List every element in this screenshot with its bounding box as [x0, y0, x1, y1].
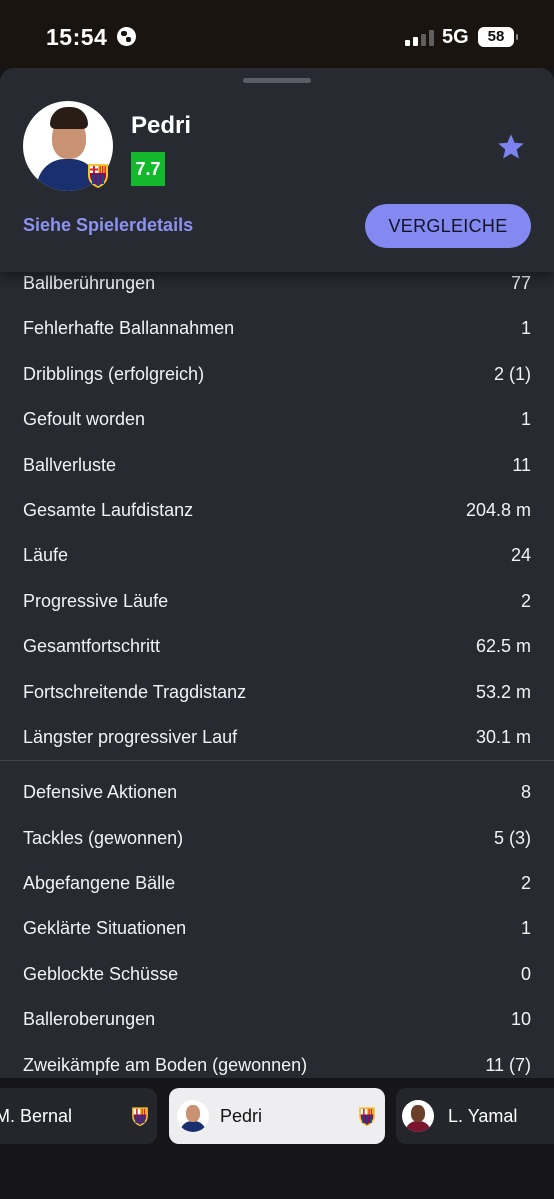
stat-label: Fehlerhafte Ballannahmen	[23, 318, 235, 339]
stat-row: Geblockte Schüsse 0	[0, 952, 554, 997]
stat-value: 30.1 m	[475, 726, 531, 747]
stat-label: Dribblings (erfolgreich)	[23, 363, 205, 384]
stat-row: Progressive Läufe 2	[0, 579, 554, 624]
battery-level: 58	[487, 28, 505, 45]
fc-barcelona-crest-icon	[359, 1107, 375, 1127]
cellular-signal-icon	[405, 30, 435, 46]
stat-row: Balleroberungen 10	[0, 997, 554, 1042]
stat-value: 2 (1)	[493, 363, 531, 384]
stat-value: 5 (3)	[493, 827, 531, 848]
player-pill-name: Pedri	[220, 1106, 263, 1126]
stat-value: 77	[510, 273, 531, 293]
player-pill-name: L. Yamal	[448, 1106, 518, 1126]
stat-row: Defensive Aktionen 8	[0, 770, 554, 815]
stat-label: Tackles (gewonnen)	[23, 827, 184, 848]
stat-value: 11	[512, 454, 531, 475]
stat-row: Längster progressiver Lauf 30.1 m	[0, 715, 554, 760]
player-pill-name: M. Bernal	[0, 1106, 73, 1126]
stat-value: 0	[520, 963, 531, 984]
stat-value: 1	[520, 918, 531, 939]
stat-row: Fehlerhafte Ballannahmen 1	[0, 306, 554, 351]
stat-label: Zweikämpfe am Boden (gewonnen)	[23, 1054, 308, 1075]
player-pill-avatar	[402, 1100, 434, 1132]
stat-label: Gefoult worden	[23, 409, 146, 430]
status-bar: 15:54 5G 58	[0, 0, 554, 68]
stat-row: Gesamtfortschritt 62.5 m	[0, 624, 554, 669]
rating-badge: 7.7	[131, 152, 165, 186]
stat-value: 8	[520, 782, 531, 803]
status-time: 15:54	[46, 24, 108, 50]
player-stats-screen: 15:54 5G 58 Pedri 7.7 Siehe Spielerdetai…	[0, 0, 554, 1199]
fc-barcelona-crest-icon	[132, 1107, 148, 1127]
player-name: Pedri	[131, 112, 192, 139]
player-switcher: M. Bernal Pedri L. Yamal	[0, 1078, 554, 1199]
stat-label: Gesamtfortschritt	[23, 636, 161, 657]
stat-value: 53.2 m	[475, 681, 531, 702]
stat-label: Längster progressiver Lauf	[23, 726, 238, 747]
stat-value: 1	[520, 318, 531, 339]
stat-label: Ballberührungen	[23, 273, 156, 293]
player-header: Pedri 7.7 Siehe Spielerdetails VERGLEICH…	[0, 68, 554, 272]
stat-value: 11 (7)	[485, 1054, 531, 1075]
stat-label: Abgefangene Bälle	[23, 873, 176, 894]
stat-value: 62.5 m	[475, 636, 531, 657]
globe-icon	[117, 27, 136, 46]
compare-button[interactable]: VERGLEICHE	[365, 204, 531, 248]
stats-list: Ballberührungen 77 Fehlerhafte Ballannah…	[0, 261, 554, 1088]
home-indicator	[192, 1184, 362, 1189]
stat-row: Dribblings (erfolgreich) 2 (1)	[0, 352, 554, 397]
stat-value: 2	[520, 873, 531, 894]
stat-row: Tackles (gewonnen) 5 (3)	[0, 816, 554, 861]
stat-row: Geklärte Situationen 1	[0, 906, 554, 951]
stat-label: Balleroberungen	[23, 1009, 156, 1030]
fc-barcelona-crest-icon	[88, 164, 108, 188]
player-pill-yamal[interactable]: L. Yamal	[396, 1088, 554, 1144]
section-divider	[0, 760, 554, 770]
stat-value: 10	[510, 1009, 531, 1030]
stat-row: Läufe 24	[0, 533, 554, 578]
stat-row: Gesamte Laufdistanz 204.8 m	[0, 488, 554, 533]
stat-label: Läufe	[23, 545, 69, 566]
stat-value: 1	[520, 409, 531, 430]
stat-label: Gesamte Laufdistanz	[23, 499, 194, 520]
stat-label: Fortschreitende Tragdistanz	[23, 681, 247, 702]
stat-label: Geklärte Situationen	[23, 918, 187, 939]
stat-row: Ballverluste 11	[0, 443, 554, 488]
sheet-drag-handle[interactable]	[243, 78, 311, 83]
stat-row: Abgefangene Bälle 2	[0, 861, 554, 906]
star-icon[interactable]	[496, 132, 526, 162]
network-type: 5G	[442, 26, 469, 48]
player-pill-pedri[interactable]: Pedri	[169, 1088, 385, 1144]
battery-icon: 58	[478, 27, 518, 47]
stat-value: 204.8 m	[465, 499, 531, 520]
player-pill-bernal[interactable]: M. Bernal	[0, 1088, 157, 1144]
player-details-link[interactable]: Siehe Spielerdetails	[23, 215, 193, 236]
player-pill-avatar	[177, 1100, 209, 1132]
stat-value: 2	[520, 590, 531, 611]
stat-value: 24	[510, 545, 531, 566]
stat-label: Defensive Aktionen	[23, 782, 178, 803]
stat-label: Geblockte Schüsse	[23, 963, 179, 984]
player-sheet: Pedri 7.7 Siehe Spielerdetails VERGLEICH…	[0, 68, 554, 1199]
stat-row: Fortschreitende Tragdistanz 53.2 m	[0, 670, 554, 715]
stat-label: Ballverluste	[23, 454, 117, 475]
stat-row: Gefoult worden 1	[0, 397, 554, 442]
stat-label: Progressive Läufe	[23, 590, 169, 611]
